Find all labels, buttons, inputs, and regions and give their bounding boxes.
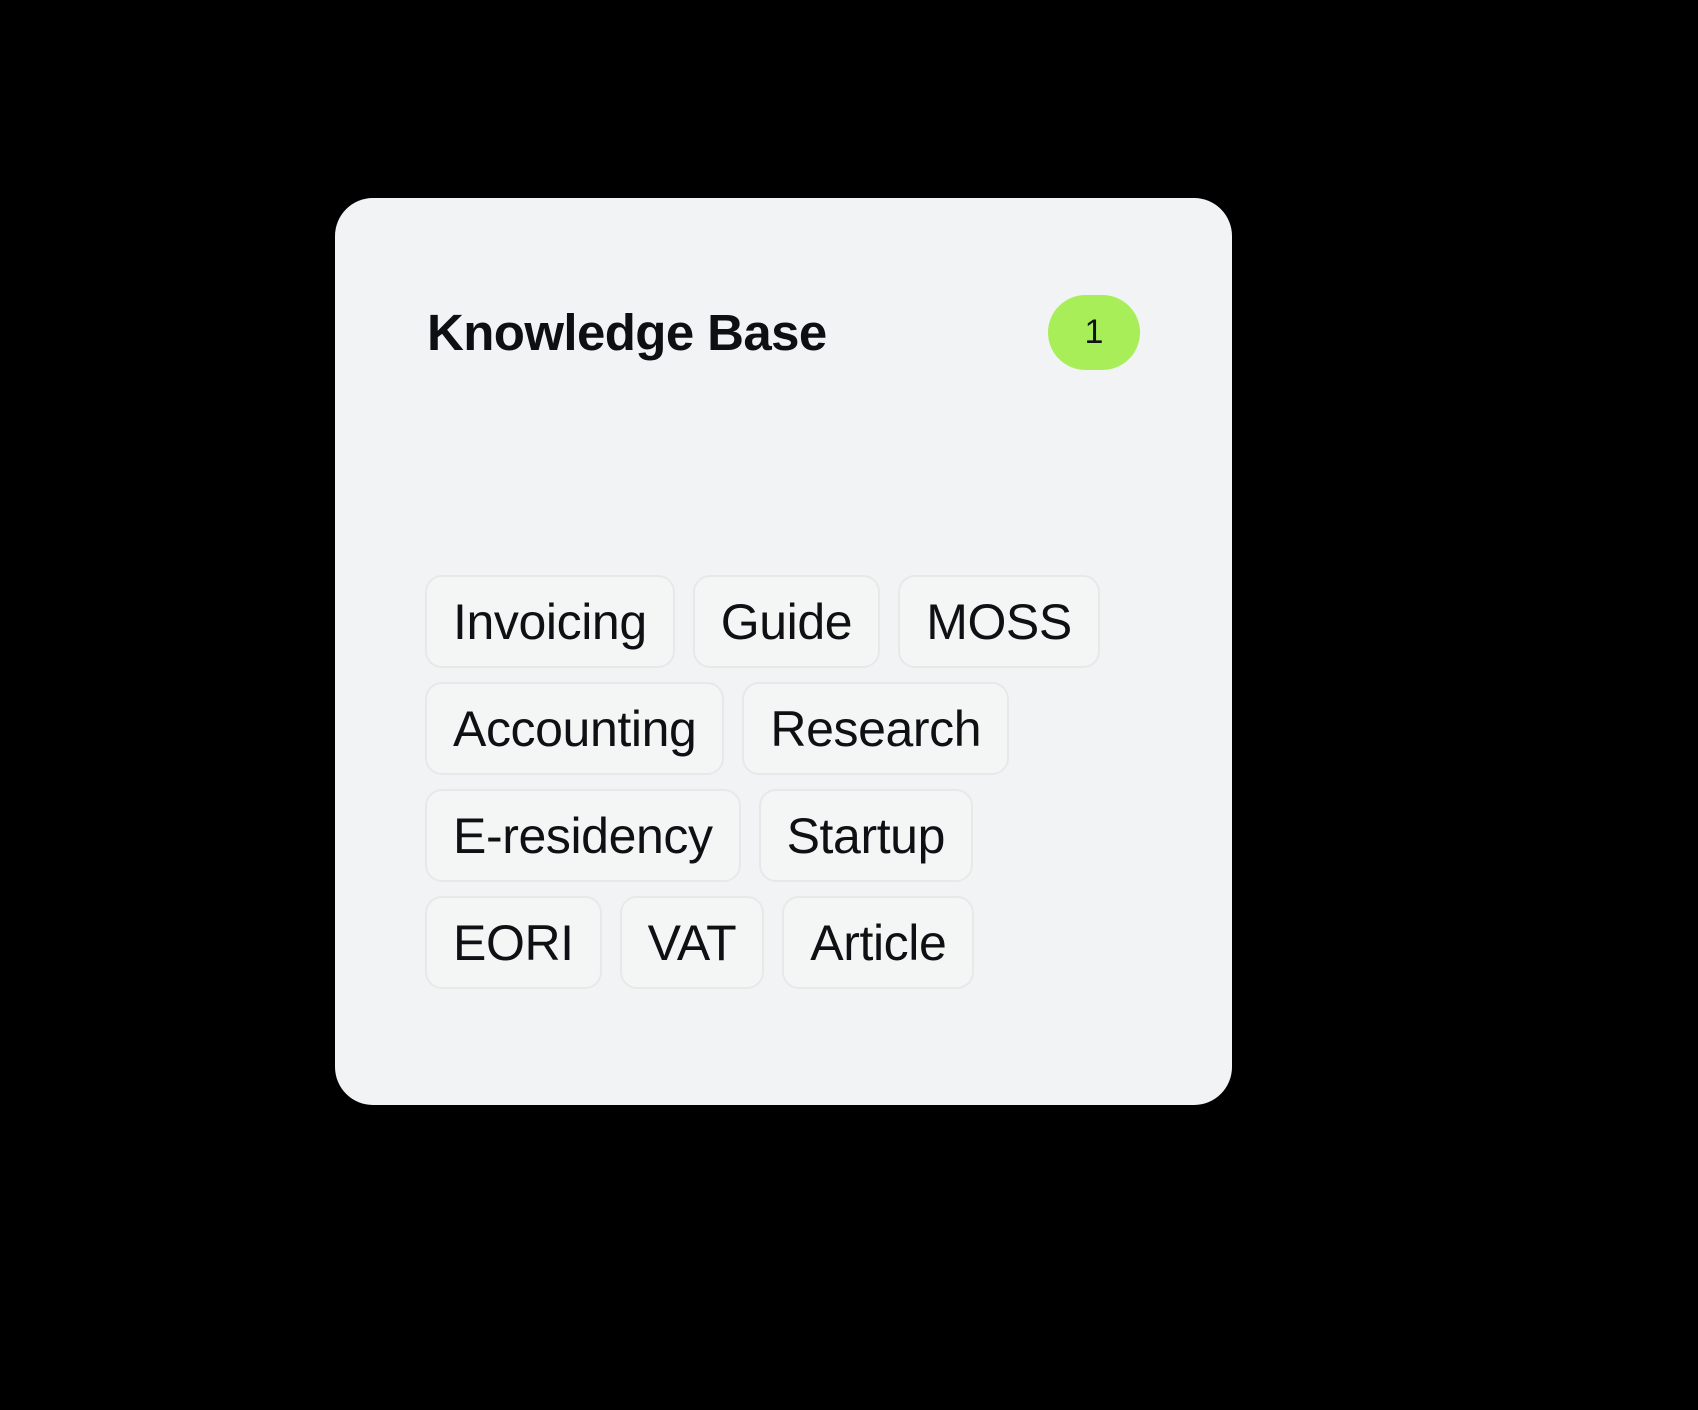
tag-list: Invoicing Guide MOSS Accounting Research… [425, 575, 1155, 989]
tag-chip-invoicing[interactable]: Invoicing [425, 575, 675, 668]
status-badge: 1 [1048, 294, 1140, 370]
tag-chip-moss[interactable]: MOSS [898, 575, 1100, 668]
tag-chip-startup[interactable]: Startup [758, 789, 973, 882]
page-background: Knowledge Base 1 Invoicing Guide MOSS Ac… [0, 0, 1698, 1410]
tag-chip-research[interactable]: Research [742, 682, 1010, 775]
card-header: Knowledge Base 1 [427, 294, 1140, 370]
knowledge-base-card: Knowledge Base 1 Invoicing Guide MOSS Ac… [335, 198, 1232, 1105]
tag-chip-eori[interactable]: EORI [425, 896, 602, 989]
tag-chip-article[interactable]: Article [782, 896, 975, 989]
tag-chip-vat[interactable]: VAT [619, 896, 765, 989]
page-title: Knowledge Base [427, 303, 827, 361]
tag-chip-e-residency[interactable]: E-residency [425, 789, 741, 882]
tag-chip-guide[interactable]: Guide [692, 575, 881, 668]
tag-chip-accounting[interactable]: Accounting [425, 682, 725, 775]
